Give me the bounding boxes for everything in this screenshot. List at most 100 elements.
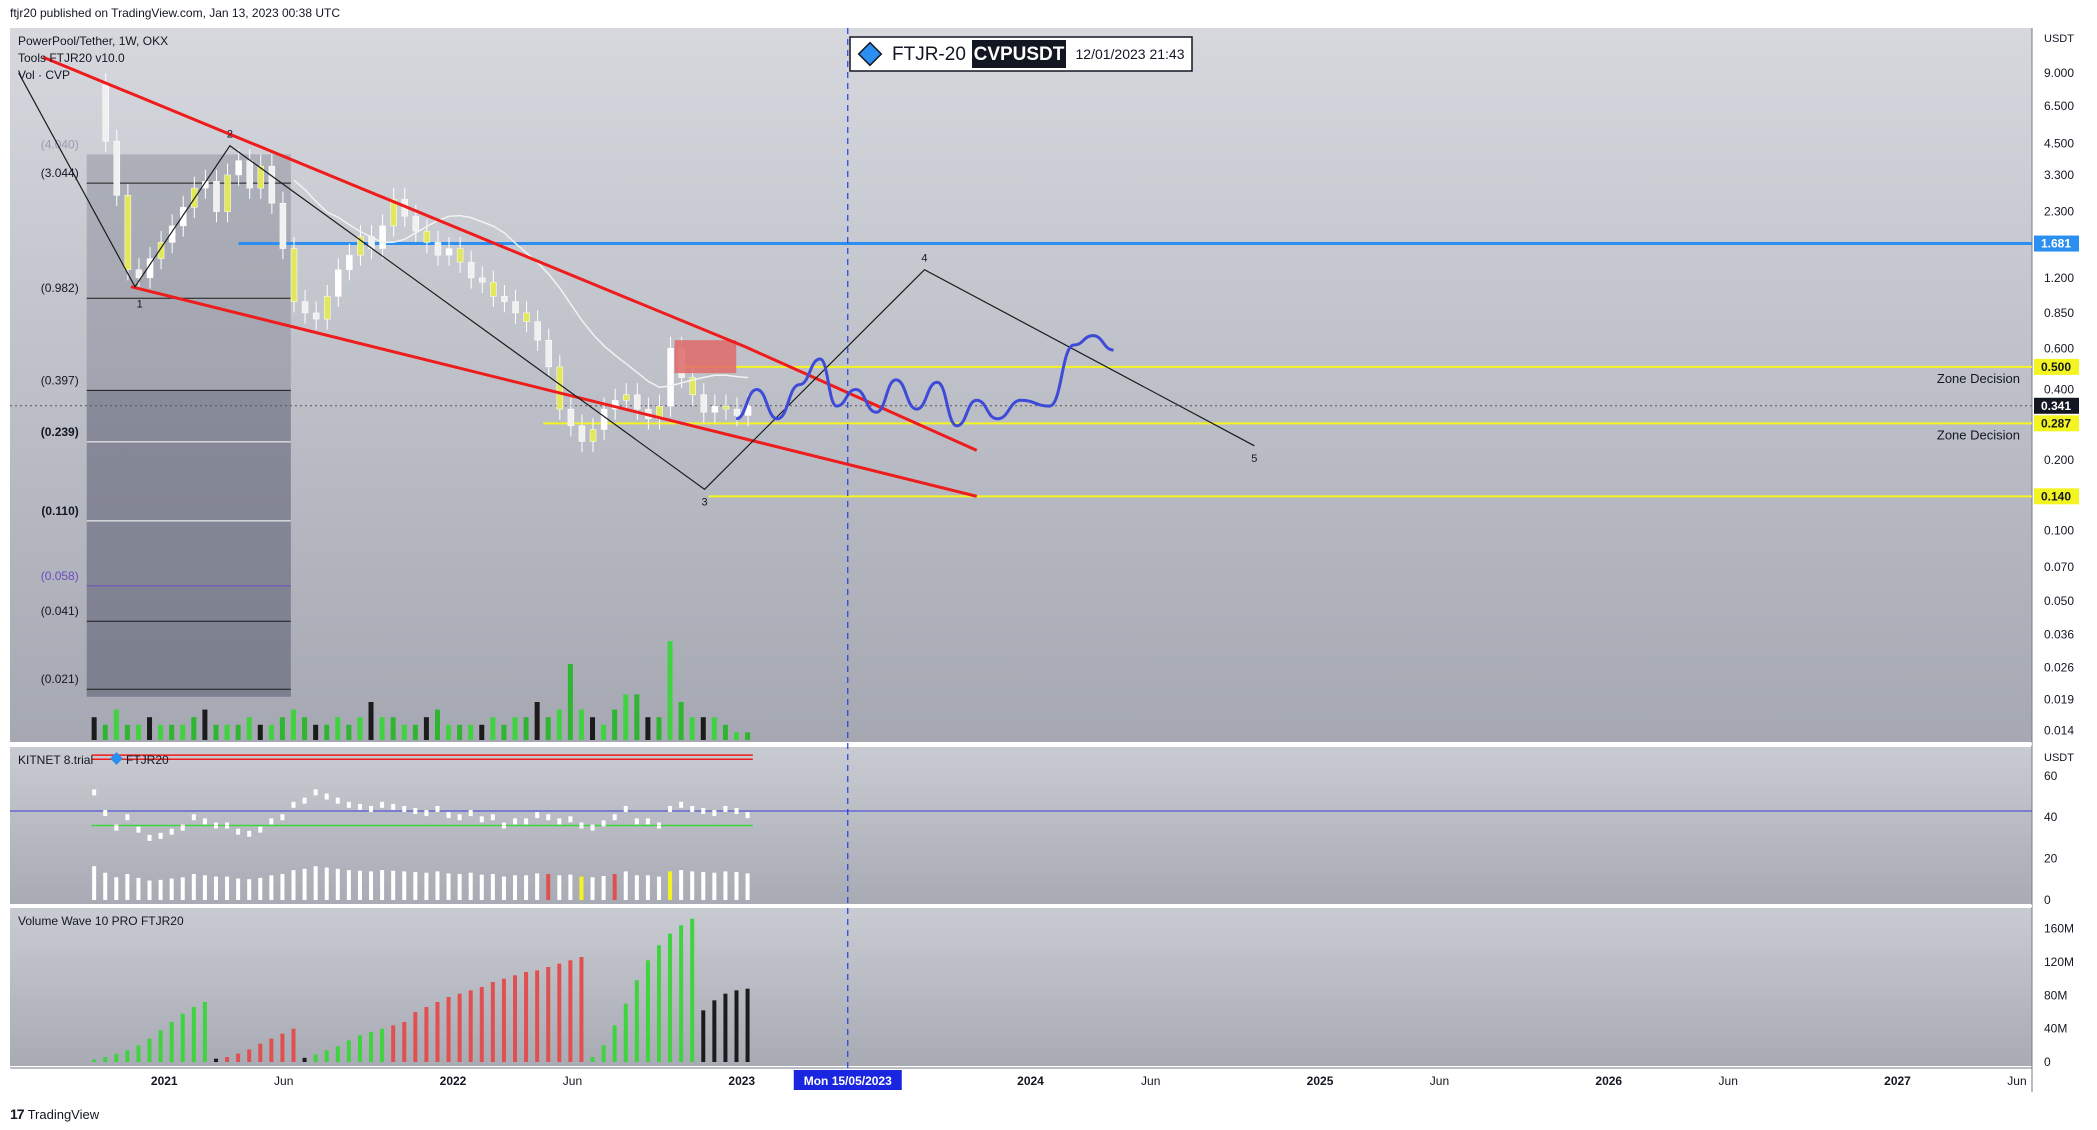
kitnet-title: KITNET 8.trial (18, 753, 93, 767)
wave-bar (147, 1038, 152, 1062)
wave-bar (634, 980, 639, 1062)
volume-bar (213, 724, 219, 740)
kitnet-bar (546, 874, 551, 900)
kitnet-bar (258, 877, 263, 900)
kitnet-bar (180, 877, 185, 900)
price-tick-label: 0.019 (2044, 692, 2074, 706)
kitnet-bar (335, 868, 340, 900)
candle-body (722, 405, 730, 410)
candle-body (412, 215, 420, 232)
wave-bar (191, 1007, 196, 1062)
price-unit-label: USDT (2044, 33, 2074, 45)
candle-body (113, 140, 121, 196)
price-tag-label: 0.500 (2041, 360, 2071, 374)
volume-bar (479, 724, 485, 740)
wave-bar (402, 1022, 407, 1062)
price-tick-label: 0.850 (2044, 306, 2074, 320)
kitnet-mark (479, 816, 484, 823)
volume-bar (368, 702, 374, 740)
wave-bar (391, 1025, 396, 1062)
fib-level-label: (0.982) (41, 281, 79, 295)
volume-bar (346, 724, 352, 740)
kitnet-mark (169, 828, 174, 835)
volume-bar (468, 724, 474, 740)
fib-level-label: (0.041) (41, 604, 79, 618)
candle-body (179, 207, 187, 227)
wave-label: 4 (921, 253, 927, 265)
time-tick-label: Jun (1430, 1074, 1449, 1088)
tradingview-footer[interactable]: 17 TradingView (10, 1106, 99, 1122)
candle-body (456, 248, 464, 263)
wave-bar (136, 1045, 141, 1062)
kitnet-mark (690, 805, 695, 812)
volume-bar (556, 709, 562, 740)
zone-label: Zone Decision (1937, 427, 2020, 442)
wave-bar (169, 1022, 174, 1062)
volume-bar (711, 717, 717, 740)
wave-bar (734, 990, 739, 1062)
volume-bar (578, 709, 584, 740)
time-tick-label: Jun (563, 1074, 582, 1088)
candle-body (467, 261, 475, 279)
kitnet-bar (136, 877, 141, 900)
kitnet-bar (701, 872, 706, 900)
kitnet-bar (147, 880, 152, 900)
publish-header: ftjr20 published on TradingView.com, Jan… (10, 6, 340, 20)
kitnet-mark (413, 808, 418, 815)
wave-bar (202, 1002, 207, 1062)
kitnet-mark (668, 805, 673, 812)
wave-bar (479, 987, 484, 1062)
volume-bar (745, 732, 751, 740)
kitnet-mark (125, 814, 130, 821)
kitnet-bar (679, 870, 684, 900)
volume-bar (246, 717, 252, 740)
kitnet-mark (402, 805, 407, 812)
kitnet-mark (568, 816, 573, 823)
chart-canvas[interactable]: (4.040)(3.044)(0.982)(0.397)(0.239)(0.11… (0, 0, 2097, 1130)
candle-body (578, 425, 586, 442)
volume-bar (235, 724, 241, 740)
kitnet-bar (435, 871, 440, 900)
volume-bar (667, 641, 673, 740)
kitnet-bar (291, 870, 296, 900)
kitnet-mark (745, 812, 750, 819)
volume-bar (567, 664, 573, 740)
kitnet-mark (701, 808, 706, 815)
candle-body (323, 296, 331, 320)
kitnet-mark (601, 820, 606, 827)
time-tick-label: Jun (2007, 1074, 2026, 1088)
volume-bar (689, 717, 695, 740)
kitnet-bar (579, 876, 584, 900)
kitnet-mark (712, 810, 717, 817)
kitnet-bar (169, 878, 174, 900)
price-tick-label: 0.600 (2044, 341, 2074, 355)
kitnet-bar (656, 876, 661, 900)
legend-tools: Tools FTJR20 v10.0 (18, 51, 125, 65)
kitnet-bar (612, 874, 617, 900)
kitnet-tick-label: 20 (2044, 852, 2058, 866)
candle-body (135, 269, 143, 279)
fib-level-label: (0.239) (41, 425, 79, 439)
kitnet-mark (236, 828, 241, 835)
time-tick-label: 2026 (1595, 1074, 1622, 1088)
wave-bar (380, 1028, 385, 1062)
volume-bar (379, 717, 385, 740)
candle-body (700, 394, 708, 413)
volume-bar (324, 724, 330, 740)
kitnet-tick-label: 0 (2044, 893, 2051, 907)
volume-bar (268, 724, 274, 740)
badge-brand: FTJR-20 (892, 44, 966, 65)
kitnet-bar (723, 871, 728, 900)
badge-datetime: 12/01/2023 21:43 (1076, 46, 1185, 62)
time-tick-label: 2025 (1307, 1074, 1334, 1088)
kitnet-mark (158, 832, 163, 839)
candle-body (301, 301, 309, 314)
wave-bar (623, 1003, 628, 1062)
kitnet-mark (147, 834, 152, 841)
candle-body (490, 281, 497, 297)
fib-level-label: (0.110) (41, 504, 78, 518)
wave-bar (313, 1054, 318, 1062)
price-tick-label: 0.200 (2044, 453, 2074, 467)
candle-body (235, 160, 242, 176)
time-tick-label: 2027 (1884, 1074, 1911, 1088)
